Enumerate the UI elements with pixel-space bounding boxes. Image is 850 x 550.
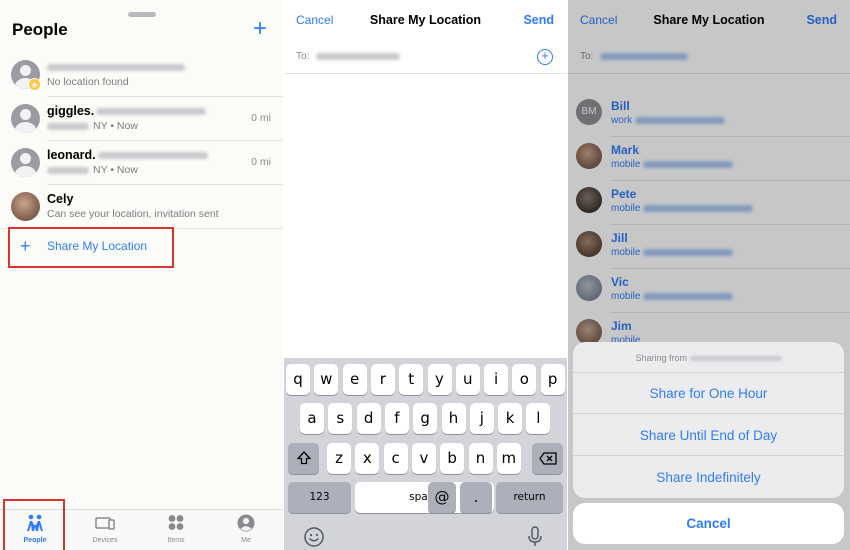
key-k[interactable]: k — [498, 403, 523, 434]
at-key[interactable]: @ — [428, 482, 456, 513]
plus-icon: + — [20, 236, 31, 256]
person-photo — [11, 192, 40, 221]
items-icon — [168, 515, 184, 530]
key-q[interactable]: q — [286, 364, 310, 395]
share-compose-panel: Cancel Share My Location Send To: + qwer… — [284, 0, 567, 550]
return-key[interactable]: return — [496, 482, 563, 513]
person-status: NY • Now — [47, 164, 138, 176]
share-my-location-label: Share My Location — [47, 239, 148, 253]
person-name: Cely — [47, 192, 74, 206]
numbers-key[interactable]: 123 — [288, 482, 351, 513]
key-t[interactable]: t — [399, 364, 424, 395]
action-sheet-cancel-button[interactable]: Cancel — [573, 503, 844, 544]
key-g[interactable]: g — [413, 403, 438, 434]
person-distance: 0 mi — [251, 156, 271, 168]
key-f[interactable]: f — [384, 403, 409, 434]
people-panel: People + ★ No location found giggles. NY… — [0, 0, 283, 550]
star-icon: ★ — [28, 78, 41, 91]
tab-label: Devices — [92, 537, 118, 544]
key-v[interactable]: v — [411, 443, 436, 474]
tab-label: Me — [241, 537, 251, 544]
share-duration-action-sheet: Sharing from Share for One Hour Share Un… — [573, 342, 844, 498]
page-title: People — [12, 20, 68, 39]
key-c[interactable]: c — [383, 443, 408, 474]
key-m[interactable]: m — [496, 443, 521, 474]
key-y[interactable]: y — [427, 364, 452, 395]
keyboard: qwertyuiop asdfghjkl zxcvbnm 123 space @… — [284, 358, 567, 550]
person-silhouette-icon — [11, 148, 40, 177]
share-until-end-of-day-button[interactable]: Share Until End of Day — [573, 415, 844, 456]
person-silhouette-icon — [11, 104, 40, 133]
person-name: leonard. — [47, 148, 208, 162]
person-distance: 0 mi — [251, 112, 271, 124]
key-s[interactable]: s — [328, 403, 353, 434]
key-b[interactable]: b — [440, 443, 465, 474]
person-name: giggles. — [47, 104, 207, 118]
backspace-key[interactable] — [532, 443, 563, 474]
key-r[interactable]: r — [370, 364, 395, 395]
shift-key[interactable] — [288, 443, 319, 474]
action-sheet-title: Sharing from — [573, 342, 844, 373]
key-o[interactable]: o — [512, 364, 537, 395]
tab-me[interactable]: Me — [211, 510, 281, 550]
shift-icon — [296, 451, 311, 465]
person-status: NY • Now — [47, 120, 138, 132]
key-i[interactable]: i — [484, 364, 509, 395]
compose-nav-bar: Cancel Share My Location Send — [284, 0, 567, 40]
tab-devices[interactable]: Devices — [70, 510, 140, 550]
send-button[interactable]: Send — [523, 13, 554, 27]
key-z[interactable]: z — [327, 443, 351, 474]
add-person-plus-icon[interactable]: + — [253, 17, 267, 41]
person-status: No location found — [47, 76, 129, 88]
person-status: Can see your location, invitation sent — [47, 208, 219, 220]
person-row[interactable]: leonard. NY • Now 0 mi — [0, 141, 283, 185]
add-contact-icon[interactable]: + — [537, 49, 553, 65]
share-options-panel: Cancel Share My Location Send To: BM Bil… — [568, 0, 850, 550]
key-n[interactable]: n — [468, 443, 493, 474]
key-h[interactable]: h — [441, 403, 466, 434]
key-d[interactable]: d — [356, 403, 381, 434]
people-sheet: People + ★ No location found giggles. NY… — [0, 0, 283, 510]
highlight-box-people-tab — [3, 499, 65, 550]
key-x[interactable]: x — [355, 443, 380, 474]
person-name — [47, 60, 185, 74]
share-my-location-button[interactable]: + Share My Location — [8, 227, 174, 268]
key-u[interactable]: u — [455, 364, 480, 395]
key-l[interactable]: l — [526, 403, 551, 434]
tab-label: Items — [167, 537, 185, 544]
key-a[interactable]: a — [300, 403, 324, 434]
to-label: To: — [296, 51, 401, 62]
devices-icon — [95, 517, 115, 530]
key-e[interactable]: e — [342, 364, 367, 395]
person-row[interactable]: Cely Can see your location, invitation s… — [0, 185, 283, 229]
to-field[interactable]: To: + — [284, 40, 567, 74]
key-p[interactable]: p — [540, 364, 565, 395]
microphone-icon[interactable] — [527, 526, 543, 548]
sheet-grabber[interactable] — [128, 12, 156, 17]
share-indefinitely-button[interactable]: Share Indefinitely — [573, 457, 844, 498]
key-j[interactable]: j — [469, 403, 494, 434]
person-row[interactable]: giggles. NY • Now 0 mi — [0, 97, 283, 141]
backspace-icon — [538, 452, 557, 465]
person-row[interactable]: ★ No location found — [0, 53, 283, 97]
tab-items[interactable]: Items — [141, 510, 211, 550]
dot-key[interactable]: . — [460, 482, 492, 513]
key-w[interactable]: w — [314, 364, 339, 395]
emoji-icon[interactable] — [303, 526, 325, 548]
me-icon — [237, 514, 255, 532]
share-for-one-hour-button[interactable]: Share for One Hour — [573, 373, 844, 414]
